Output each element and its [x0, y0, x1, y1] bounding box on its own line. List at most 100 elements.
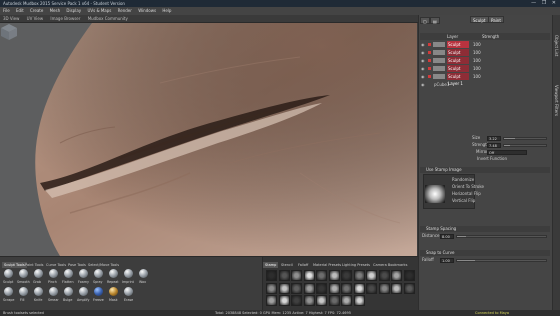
stamp-section-header[interactable]: Use Stamp Image — [420, 167, 550, 173]
scrape-tool-icon[interactable] — [4, 287, 13, 296]
tab-lighting-presets[interactable]: Lighting Presets — [340, 262, 372, 268]
stamp-thumbnail[interactable] — [378, 270, 390, 281]
stamp-thumbnail[interactable] — [341, 282, 352, 294]
tab-material-presets[interactable]: Material Presets — [311, 262, 343, 268]
layer-name[interactable]: Sculpt Layer 4 — [447, 49, 469, 62]
distance-slider[interactable] — [456, 235, 547, 238]
tab-sculpt-layers[interactable]: Sculpt — [470, 16, 489, 23]
lock-icon[interactable] — [428, 59, 431, 62]
stamp-thumbnail[interactable] — [303, 282, 315, 294]
visibility-icon[interactable]: ◉ — [421, 57, 425, 64]
menu-display[interactable]: Display — [66, 8, 81, 13]
menu-file[interactable]: File — [3, 8, 10, 13]
stamp-thumbnail[interactable] — [328, 282, 340, 294]
sculpt-tool-icon[interactable] — [4, 269, 13, 278]
imprint-tool-icon[interactable] — [124, 269, 133, 278]
randomize-checkbox[interactable]: Randomize — [452, 177, 474, 183]
tab-pose-tools[interactable]: Pose Tools — [66, 262, 88, 268]
view-cube-icon[interactable] — [0, 23, 18, 41]
pinch-tool-icon[interactable] — [49, 269, 58, 278]
tab-stamp[interactable]: Stamp — [263, 262, 279, 268]
tab-falloff[interactable]: Falloff — [296, 262, 310, 268]
tab-select-move-tools[interactable]: Select/Move Tools — [86, 262, 121, 268]
stamp-thumbnail[interactable] — [328, 270, 340, 281]
stamp-thumbnail[interactable] — [291, 270, 302, 281]
layer-name[interactable]: Sculpt Layer 5 — [447, 41, 469, 54]
size-slider[interactable] — [503, 137, 547, 140]
stamp-thumbnail[interactable] — [291, 295, 302, 306]
strength-field[interactable]: 7.48 — [487, 143, 501, 148]
tab-3d-view[interactable]: 3D View — [3, 16, 19, 21]
layer-row[interactable]: ◉ Sculpt Layer 1 100 — [420, 73, 550, 86]
layer-row[interactable]: ◉ Sculpt Layer 4 100 — [420, 49, 550, 62]
layer-row[interactable]: ◉ Sculpt Layer 2 100 — [420, 65, 550, 78]
visibility-icon[interactable]: ◉ — [421, 65, 425, 72]
menu-mesh[interactable]: Mesh — [50, 8, 61, 13]
knife-tool-icon[interactable] — [34, 287, 43, 296]
spray-tool-icon[interactable] — [94, 269, 103, 278]
snap-to-curve-header[interactable]: Snap to Curve — [420, 250, 550, 256]
horizontal-flip-checkbox[interactable]: Horizontal Flip — [452, 191, 481, 197]
stamp-thumbnail[interactable] — [303, 270, 315, 281]
stamp-thumbnail[interactable] — [353, 270, 365, 281]
bulge-tool-icon[interactable] — [64, 287, 73, 296]
stamp-thumbnail[interactable] — [278, 270, 290, 281]
vertical-flip-checkbox[interactable]: Vertical Flip — [452, 198, 475, 204]
layer-name[interactable]: Sculpt Layer 1 — [447, 73, 469, 86]
lock-icon[interactable] — [428, 43, 431, 46]
erase-tool-icon[interactable] — [124, 287, 133, 296]
new-layer-icon[interactable]: ▢ — [420, 17, 430, 24]
visibility-icon[interactable]: ◉ — [421, 49, 425, 56]
stamp-thumbnail[interactable] — [316, 270, 327, 281]
stamp-thumbnail[interactable] — [403, 282, 415, 294]
stamp-thumbnail[interactable] — [341, 270, 352, 281]
layer-row[interactable]: ◉ Sculpt Layer 5 100 — [420, 41, 550, 54]
stamp-thumbnail[interactable] — [266, 270, 277, 281]
layer-name[interactable]: pCube1 — [433, 81, 455, 88]
stamp-thumbnail[interactable] — [403, 270, 415, 281]
stamp-preview-image[interactable] — [425, 185, 445, 203]
visibility-icon[interactable]: ◉ — [421, 73, 425, 80]
amplify-tool-icon[interactable] — [79, 287, 88, 296]
stamp-thumbnail[interactable] — [278, 295, 290, 306]
tab-paint-tools[interactable]: Paint Tools — [23, 262, 45, 268]
lock-icon[interactable] — [428, 67, 431, 70]
layer-strength[interactable]: 100 — [473, 65, 481, 72]
folder-icon[interactable]: ▤ — [430, 17, 440, 24]
freeze-tool-icon[interactable] — [94, 287, 103, 296]
size-field[interactable]: 3.22 — [487, 136, 501, 141]
stamp-thumbnail[interactable] — [316, 295, 327, 306]
3d-viewport[interactable] — [0, 23, 417, 256]
stamp-thumbnail[interactable] — [366, 270, 377, 281]
menu-help[interactable]: Help — [162, 8, 171, 13]
repeat-tool-icon[interactable] — [109, 269, 118, 278]
tab-camera-bookmarks[interactable]: Camera Bookmarks — [371, 262, 409, 268]
stamp-spacing-header[interactable]: Stamp Spacing — [420, 226, 550, 232]
stamp-thumbnail[interactable] — [366, 282, 377, 294]
menu-edit[interactable]: Edit — [16, 8, 24, 13]
distance-field[interactable]: 8.00 — [440, 234, 454, 239]
layer-name[interactable]: Sculpt Layer 3 — [447, 57, 469, 70]
layer-strength[interactable]: 100 — [473, 73, 481, 80]
tab-paint-layers[interactable]: Paint — [488, 16, 504, 23]
stamp-thumbnail[interactable] — [353, 282, 365, 294]
invert-function-checkbox[interactable]: Invert Function — [477, 156, 507, 162]
stamp-thumbnail[interactable] — [266, 282, 277, 294]
visibility-icon[interactable]: ◉ — [421, 41, 425, 48]
strength-slider[interactable] — [503, 144, 547, 147]
menu-uvs-maps[interactable]: UVs & Maps — [87, 8, 111, 13]
lock-icon[interactable] — [428, 51, 431, 54]
side-tab-strip[interactable]: Object List Viewport Filters — [552, 15, 560, 316]
falloff-slider[interactable] — [456, 259, 547, 262]
stamp-thumbnail[interactable] — [391, 282, 402, 294]
layer-row[interactable]: ◉ Sculpt Layer 3 100 — [420, 57, 550, 70]
menu-render[interactable]: Render — [118, 8, 132, 13]
wax-tool-icon[interactable] — [139, 269, 148, 278]
layer-strength[interactable]: 100 — [473, 57, 481, 64]
stamp-thumbnail[interactable] — [341, 295, 352, 306]
grab-tool-icon[interactable] — [34, 269, 43, 278]
falloff-field[interactable]: 1.00 — [440, 258, 454, 263]
mirror-dropdown[interactable]: Off — [487, 150, 527, 155]
tab-curve-tools[interactable]: Curve Tools — [44, 262, 68, 268]
stamp-thumbnail[interactable] — [291, 282, 302, 294]
